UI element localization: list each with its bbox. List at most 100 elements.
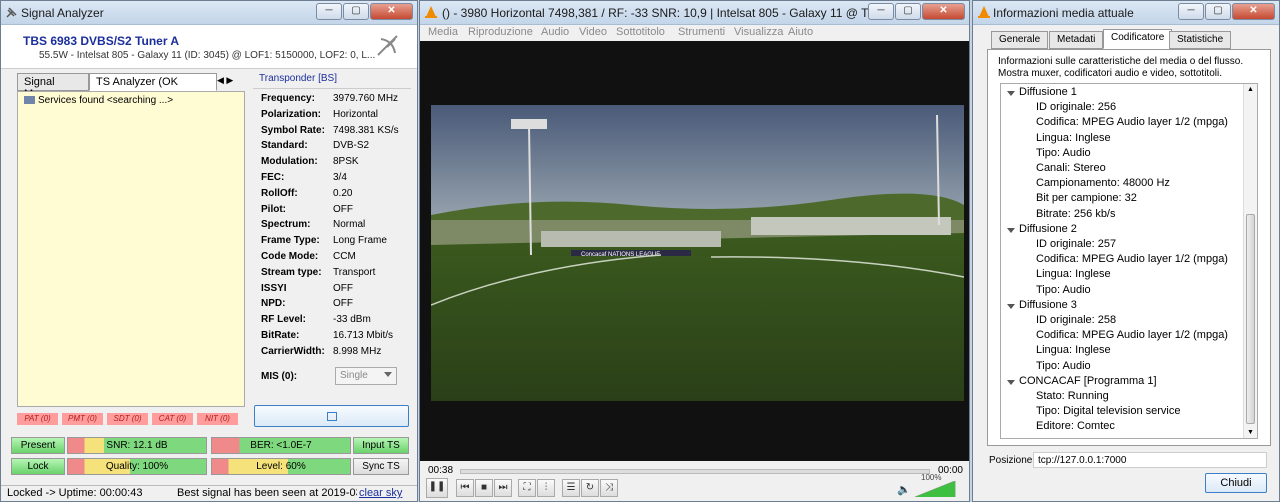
tab-ts-analyzer[interactable]: TS Analyzer (OK <box>89 73 217 91</box>
expand-arrow-icon[interactable] <box>1007 379 1015 385</box>
minimize-button[interactable]: ─ <box>1178 3 1204 20</box>
codec-tree[interactable]: Diffusione 1 ID originale: 256 Codifica: M… <box>1000 83 1258 439</box>
close-button[interactable]: ✕ <box>1232 3 1275 20</box>
playlist-icon[interactable]: ☰ <box>562 479 580 497</box>
tree-leaf[interactable]: Stato: Running <box>1036 390 1109 402</box>
tree-leaf[interactable]: Editore: Comtec <box>1036 420 1115 432</box>
vlc-cone-icon <box>978 6 990 18</box>
tree-leaf[interactable]: Lingua: Inglese <box>1036 268 1111 280</box>
expand-arrow-icon[interactable] <box>1007 91 1015 96</box>
stop-button[interactable]: ■ <box>475 479 493 497</box>
field-label: CarrierWidth: <box>261 345 325 357</box>
tab-statistiche[interactable]: Statistiche <box>1169 31 1232 49</box>
minimize-button[interactable]: ─ <box>316 3 342 20</box>
next-button[interactable]: ⏭ <box>494 479 512 497</box>
menu-sottotitolo[interactable]: Sottotitolo <box>616 26 665 38</box>
close-button[interactable]: ✕ <box>370 3 413 20</box>
tree-leaf[interactable]: Lingua: Inglese <box>1036 132 1111 144</box>
tree-leaf[interactable]: Bit per campione: 32 <box>1036 192 1137 204</box>
tab-generale[interactable]: Generale <box>991 31 1049 49</box>
pause-button[interactable]: ❚❚ <box>426 478 448 498</box>
menu-riproduzione[interactable]: Riproduzione <box>468 26 533 38</box>
close-dialog-button[interactable]: Chiudi <box>1205 473 1267 493</box>
tree-leaf[interactable]: Codifica: MPEG Audio layer 1/2 (mpga) <box>1036 253 1228 265</box>
menu-strumenti[interactable]: Strumenti <box>678 26 725 38</box>
scroll-down-icon[interactable]: ▼ <box>1247 429 1254 436</box>
scrollbar-thumb[interactable] <box>1246 214 1255 424</box>
expand-arrow-icon[interactable] <box>1007 227 1015 233</box>
fullscreen-icon[interactable]: ⛶ <box>518 479 536 497</box>
maximize-button[interactable]: ▢ <box>343 3 369 20</box>
menu-media[interactable]: Media <box>428 26 458 38</box>
tree-leaf[interactable]: ID originale: 258 <box>1036 314 1116 326</box>
tree-leaf[interactable]: Tipo: Audio <box>1036 360 1091 372</box>
tree-leaf[interactable]: ID originale: 256 <box>1036 101 1116 113</box>
maximize-button[interactable]: ▢ <box>1205 3 1231 20</box>
ts-action-button[interactable] <box>254 405 409 427</box>
maximize-button[interactable]: ▢ <box>895 3 921 20</box>
vertical-scrollbar[interactable]: ▲ ▼ <box>1243 84 1257 438</box>
present-indicator: Present <box>11 437 65 454</box>
services-tree[interactable]: Services found <searching ...> <box>17 91 245 407</box>
title-bar: Informazioni media attuale ─ ▢ ✕ <box>973 1 1279 25</box>
video-frame[interactable]: Concacaf NATIONS LEAGUE <box>431 105 964 401</box>
chevron-down-icon <box>384 372 392 377</box>
tree-leaf[interactable]: Tipo: Audio <box>1036 284 1091 296</box>
tab-signal-mon[interactable]: Signal Mon. <box>17 73 89 100</box>
close-button[interactable]: ✕ <box>922 3 965 20</box>
tree-leaf[interactable]: Campionamento: 48000 Hz <box>1036 177 1170 189</box>
field-value: DVB-S2 <box>333 140 370 152</box>
tree-node[interactable]: CONCACAF [Programma 1] <box>1019 375 1157 387</box>
clear-sky-link[interactable]: clear sky <box>359 487 402 499</box>
ber-meter: BER: <1.0E-7 <box>211 437 351 454</box>
tab-metadati[interactable]: Metadati <box>1049 31 1104 49</box>
input-ts-indicator: Input TS <box>353 437 409 454</box>
snr-meter: SNR: 12.1 dB <box>67 437 207 454</box>
menu-audio[interactable]: Audio <box>541 26 569 38</box>
tree-leaf[interactable]: Tipo: Digital television service <box>1036 405 1180 417</box>
field-value: Long Frame <box>333 235 387 247</box>
field-label: Symbol Rate: <box>261 124 325 136</box>
tree-leaf[interactable]: ID originale: 257 <box>1036 238 1116 250</box>
tree-leaf[interactable]: Tipo: Audio <box>1036 147 1091 159</box>
loop-icon[interactable]: ↻ <box>581 479 599 497</box>
transponder-header: Transponder [BS] <box>253 73 411 89</box>
window-title: () - 3980 Horizontal 7498,381 / RF: -33 … <box>442 6 882 20</box>
stadium-scene: Concacaf NATIONS LEAGUE <box>431 105 964 401</box>
shuffle-icon[interactable]: ⤨ <box>600 479 618 497</box>
mis-select[interactable]: Single <box>335 367 397 385</box>
seek-bar[interactable] <box>460 469 930 474</box>
tab-codificatore[interactable]: Codificatore <box>1103 29 1173 49</box>
minimize-button[interactable]: ─ <box>868 3 894 20</box>
scroll-up-icon[interactable]: ▲ <box>1247 86 1254 93</box>
position-field[interactable]: tcp://127.0.0.1:7000 <box>1033 452 1267 468</box>
media-info-window: Informazioni media attuale ─ ▢ ✕ General… <box>972 0 1280 502</box>
equalizer-icon[interactable]: ⫶ <box>537 479 555 497</box>
tree-leaf[interactable]: Canali: Stereo <box>1036 162 1106 174</box>
tree-leaf[interactable]: Lingua: Inglese <box>1036 344 1111 356</box>
previous-button[interactable]: ⏮ <box>456 479 474 497</box>
menu-aiuto[interactable]: Aiuto <box>788 26 813 38</box>
tree-leaf[interactable]: Codifica: MPEG Audio layer 1/2 (mpga) <box>1036 116 1228 128</box>
tree-node[interactable]: Diffusione 2 <box>1019 223 1077 235</box>
tree-node[interactable]: Diffusione 1 <box>1019 86 1077 98</box>
vlc-cone-icon <box>425 6 437 18</box>
table-status-badge: SDT (0) <box>107 413 148 425</box>
field-label: Modulation: <box>261 156 318 168</box>
expand-arrow-icon[interactable] <box>1007 303 1015 309</box>
time-total: 00:00 <box>937 465 963 476</box>
tree-item-services[interactable]: Services found <searching ...> <box>24 95 173 106</box>
tree-leaf[interactable]: Bitrate: 256 kb/s <box>1036 208 1116 220</box>
menu-visualizza[interactable]: Visualizza <box>734 26 783 38</box>
field-label: RollOff: <box>261 187 298 199</box>
field-label: Stream type: <box>261 266 322 278</box>
window-icon <box>327 412 337 421</box>
tree-leaf[interactable]: Codifica: MPEG Audio layer 1/2 (mpga) <box>1036 329 1228 341</box>
volume-slider[interactable]: 🔈 100% <box>897 473 957 497</box>
field-label: NPD: <box>261 298 286 310</box>
tree-node[interactable]: Diffusione 3 <box>1019 299 1077 311</box>
menu-video[interactable]: Video <box>579 26 607 38</box>
mis-label: MIS (0): <box>261 371 298 382</box>
tab-scroll-arrows[interactable]: ◀ ▶ <box>217 75 233 86</box>
sponsor-board: Concacaf NATIONS LEAGUE <box>581 252 660 258</box>
